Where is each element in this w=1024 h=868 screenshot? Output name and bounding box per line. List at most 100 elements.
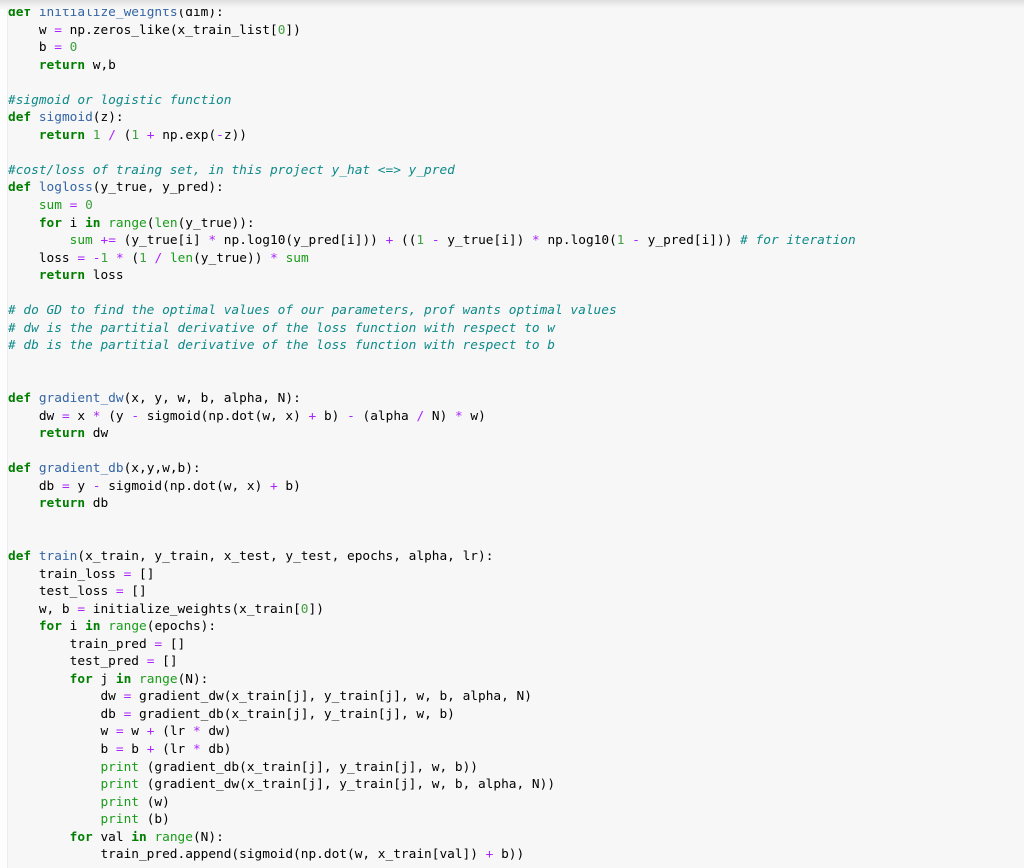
- code-line: loss = -1 * (1 / len(y_true)) * sum: [8, 250, 1024, 268]
- code-token-pl: N): [424, 409, 455, 424]
- code-token-pl: [278, 251, 286, 266]
- code-token-pl: (x,y,w,b):: [124, 461, 201, 476]
- code-line: sum += (y_true[i] * np.log10(y_pred[i]))…: [8, 232, 1024, 250]
- code-line: dw = gradient_dw(x_train[j], y_train[j],…: [8, 688, 1024, 706]
- code-token-op: =: [62, 409, 70, 424]
- code-token-kw: return: [39, 268, 85, 283]
- code-token-kw: in: [85, 619, 100, 634]
- code-token-pl: j: [93, 672, 116, 687]
- code-token-pl: loss: [8, 251, 77, 266]
- code-token-pl: [131, 672, 139, 687]
- code-token-op: =: [154, 637, 162, 652]
- code-token-pl: (x, y, w, b, alpha, N):: [124, 391, 301, 406]
- code-line: [8, 74, 1024, 92]
- code-token-pl: sigmoid(np.dot(w, x): [101, 479, 271, 494]
- code-token-bi: range: [139, 672, 178, 687]
- code-token-pl: gradient_dw(x_train[j], y_train[j], w, b…: [131, 689, 532, 704]
- code-line: sum = 0: [8, 197, 1024, 215]
- code-token-pl: (y_true[i]: [116, 233, 208, 248]
- code-token-bi: len: [154, 216, 177, 231]
- code-token-op: +: [147, 128, 155, 143]
- code-token-pl: train_loss: [8, 567, 124, 582]
- code-line: #sigmoid or logistic function: [8, 92, 1024, 110]
- code-token-pl: [162, 251, 170, 266]
- code-token-pl: [8, 496, 39, 511]
- code-token-pl: (w): [139, 795, 170, 810]
- code-line: return w,b: [8, 57, 1024, 75]
- code-token-pl: [77, 198, 85, 213]
- code-token-fn: logloss: [39, 180, 93, 195]
- code-token-op: *: [193, 742, 201, 757]
- code-token-pl: [424, 233, 432, 248]
- code-line: train_loss = []: [8, 566, 1024, 584]
- code-token-pl: []: [154, 654, 177, 669]
- code-token-pl: dw: [85, 426, 108, 441]
- code-line: train_pred.append(sigmoid(np.dot(w, x_tr…: [8, 846, 1024, 864]
- code-token-op: =: [116, 584, 124, 599]
- code-token-op: *: [455, 409, 463, 424]
- code-token-bi: print: [100, 795, 139, 810]
- code-token-pl: (x_train, y_train, x_test, y_test, epoch…: [77, 549, 493, 564]
- code-token-pl: [8, 426, 39, 441]
- code-token-pl: db: [8, 479, 62, 494]
- code-token-pl: gradient_db(x_train[j], y_train[j], w, b…: [131, 707, 455, 722]
- code-token-kw: in: [116, 672, 131, 687]
- code-token-op: -: [93, 251, 101, 266]
- code-token-pl: [139, 128, 147, 143]
- code-token-num: 1: [416, 233, 424, 248]
- code-token-pl: b): [278, 479, 301, 494]
- code-line: # dw is the partitial derivative of the …: [8, 320, 1024, 338]
- code-token-pl: w: [8, 23, 54, 38]
- code-token-cmt: # do GD to find the optimal values of ou…: [8, 303, 617, 318]
- code-token-num: 1: [617, 233, 625, 248]
- code-token-pl: [8, 777, 100, 792]
- code-token-pl: np.exp(: [155, 128, 217, 143]
- code-token-pl: db: [85, 496, 108, 511]
- code-token-op: /: [108, 128, 116, 143]
- code-token-pl: (y_true, y_pred):: [93, 180, 224, 195]
- code-token-pl: ]): [285, 23, 300, 38]
- code-token-pl: [8, 128, 39, 143]
- code-token-pl: []: [162, 637, 185, 652]
- code-token-kw: for: [39, 619, 62, 634]
- code-token-fn: gradient_db: [39, 461, 124, 476]
- code-token-pl: b: [8, 40, 54, 55]
- code-token-op: *: [93, 409, 101, 424]
- code-token-pl: (N):: [193, 830, 224, 845]
- code-token-op: =: [77, 602, 85, 617]
- code-token-bi: range: [108, 619, 147, 634]
- code-token-pl: initialize_weights(x_train[: [85, 602, 301, 617]
- code-token-pl: db): [201, 742, 232, 757]
- code-token-op: -: [432, 233, 440, 248]
- code-line: dw = x * (y - sigmoid(np.dot(w, x) + b) …: [8, 408, 1024, 426]
- code-token-pl: ((: [393, 233, 416, 248]
- code-token-bi: sum: [286, 251, 309, 266]
- code-token-kw: def: [8, 180, 31, 195]
- code-token-pl: [62, 198, 70, 213]
- code-token-pl: []: [124, 584, 147, 599]
- code-line: [8, 355, 1024, 373]
- code-token-op: =: [116, 724, 124, 739]
- code-token-bi: sum: [70, 233, 93, 248]
- code-token-kw: for: [70, 672, 93, 687]
- code-token-pl: w,b: [85, 58, 116, 73]
- code-line: print (gradient_db(x_train[j], y_train[j…: [8, 759, 1024, 777]
- code-token-pl: sigmoid(np.dot(w, x): [139, 409, 309, 424]
- code-token-op: =: [62, 479, 70, 494]
- code-scroll-area[interactable]: def initialize_weights(dim): w = np.zero…: [8, 0, 1024, 868]
- code-token-pl: (: [124, 251, 139, 266]
- source-code-block[interactable]: def initialize_weights(dim): w = np.zero…: [8, 0, 1024, 864]
- code-token-fn: gradient_dw: [39, 391, 124, 406]
- code-line: def initialize_weights(dim):: [8, 4, 1024, 22]
- code-token-fn: train: [39, 549, 78, 564]
- code-token-pl: (gradient_dw(x_train[j], y_train[j], w, …: [139, 777, 555, 792]
- code-token-bi: range: [108, 216, 147, 231]
- code-token-pl: w: [8, 724, 116, 739]
- code-token-kw: for: [70, 830, 93, 845]
- code-token-pl: [8, 795, 100, 810]
- code-token-pl: x: [70, 409, 93, 424]
- code-token-pl: [147, 251, 155, 266]
- code-line: return dw: [8, 425, 1024, 443]
- code-token-kw: def: [8, 461, 31, 476]
- code-token-kw: return: [39, 58, 85, 73]
